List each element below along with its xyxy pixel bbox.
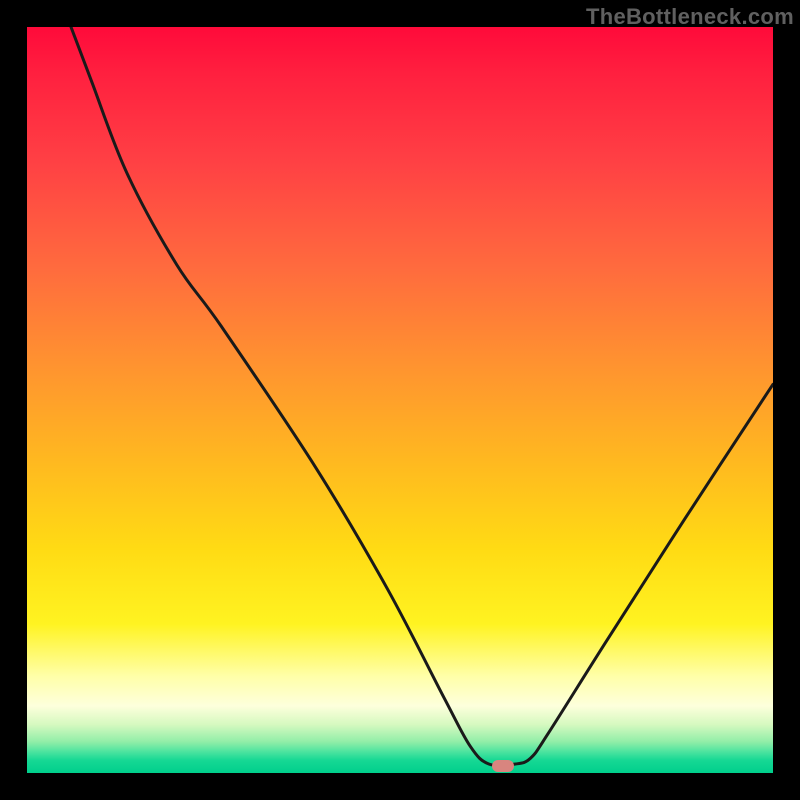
watermark-text: TheBottleneck.com [586, 4, 794, 30]
chart-frame: TheBottleneck.com [0, 0, 800, 800]
bottleneck-curve [27, 27, 773, 773]
optimum-marker [492, 760, 514, 772]
plot-area [27, 27, 773, 773]
